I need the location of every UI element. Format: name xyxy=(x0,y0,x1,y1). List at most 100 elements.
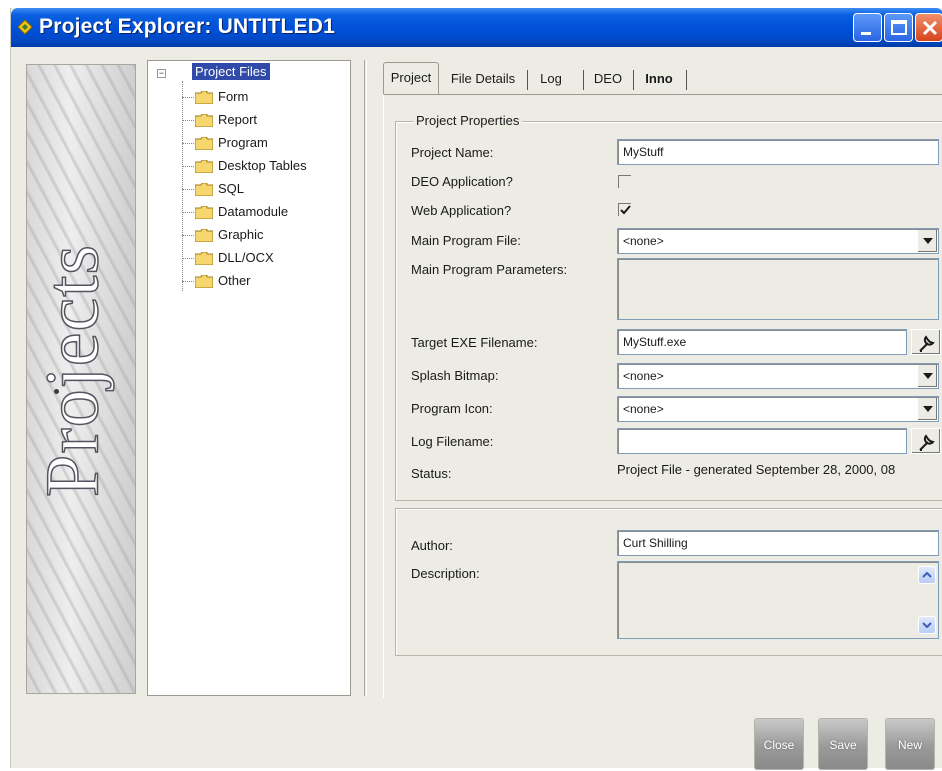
target-exe-filename-label: Target EXE Filename: xyxy=(411,335,538,350)
chevron-down-icon xyxy=(923,238,933,244)
log-filename-label: Log Filename: xyxy=(411,434,494,449)
banner-text: Projects xyxy=(30,243,116,497)
tree-item-form[interactable]: Form xyxy=(182,87,342,107)
tree-connector xyxy=(182,97,194,98)
tree-item-report[interactable]: Report xyxy=(182,110,342,130)
close-button[interactable]: Close xyxy=(754,718,804,770)
maximize-icon xyxy=(891,20,907,35)
folder-icon xyxy=(195,252,213,265)
main-program-file-label: Main Program File: xyxy=(411,233,521,248)
checkmark-icon xyxy=(620,205,631,215)
splash-bitmap-value: <none> xyxy=(623,369,664,383)
log-filename-input[interactable] xyxy=(617,428,907,454)
tab-separator xyxy=(527,70,528,90)
program-icon-value: <none> xyxy=(623,402,664,416)
tree-item-datamodule[interactable]: Datamodule xyxy=(182,202,342,222)
project-explorer-window: Project Explorer: UNTITLED1 Projects − P… xyxy=(10,8,942,770)
scroll-down-button[interactable] xyxy=(918,616,936,634)
tree-connector xyxy=(182,212,194,213)
tree-item-label: DLL/OCX xyxy=(218,250,274,265)
status-value: Project File - generated September 28, 2… xyxy=(617,462,896,477)
web-application-checkbox[interactable] xyxy=(618,203,631,216)
tree-collapse-toggle[interactable]: − xyxy=(157,69,166,78)
deo-application-checkbox[interactable] xyxy=(618,175,631,188)
tab-file-details[interactable]: File Details xyxy=(442,64,524,94)
folder-icon xyxy=(195,275,213,288)
tree-item-dll-ocx[interactable]: DLL/OCX xyxy=(182,248,342,268)
dropdown-button[interactable] xyxy=(917,365,937,387)
target-exe-browse-button[interactable] xyxy=(911,329,941,355)
log-filename-browse-button[interactable] xyxy=(911,428,941,454)
tree-item-desktop-tables[interactable]: Desktop Tables xyxy=(182,156,342,176)
tree-connector xyxy=(182,143,194,144)
dropdown-button[interactable] xyxy=(917,398,937,420)
wrench-icon xyxy=(919,335,935,352)
project-name-label: Project Name: xyxy=(411,145,494,160)
folder-icon xyxy=(195,206,213,219)
tree-connector xyxy=(182,189,194,190)
close-x-icon xyxy=(922,20,938,36)
chevron-down-icon xyxy=(922,622,932,628)
chevron-down-icon xyxy=(923,406,933,412)
folder-icon xyxy=(195,137,213,150)
tab-project[interactable]: Project xyxy=(383,62,439,94)
tab-deo[interactable]: DEO xyxy=(588,64,628,94)
tree-item-label: Program xyxy=(218,135,268,150)
tree-item-graphic[interactable]: Graphic xyxy=(182,225,342,245)
tree-item-label: Graphic xyxy=(218,227,264,242)
tab-log[interactable]: Log xyxy=(531,64,571,94)
new-button[interactable]: New xyxy=(885,718,935,770)
title-bar[interactable]: Project Explorer: UNTITLED1 xyxy=(11,8,942,47)
maximize-button[interactable] xyxy=(884,13,913,42)
tree-connector xyxy=(182,258,194,259)
program-icon-label: Program Icon: xyxy=(411,401,493,416)
description-textarea[interactable] xyxy=(617,561,939,639)
tree-item-program[interactable]: Program xyxy=(182,133,342,153)
web-application-label: Web Application? xyxy=(411,203,512,218)
tree-connector xyxy=(182,235,194,236)
splash-bitmap-select[interactable]: <none> xyxy=(617,363,939,389)
tree-item-sql[interactable]: SQL xyxy=(182,179,342,199)
tree-root-project-files[interactable]: Project Files xyxy=(192,63,270,80)
tree-item-label: Form xyxy=(218,89,249,104)
project-properties-legend: Project Properties xyxy=(413,113,523,128)
tab-separator xyxy=(633,70,634,90)
tree-item-label: Datamodule xyxy=(218,204,289,219)
tab-separator xyxy=(583,70,584,90)
folder-icon xyxy=(195,183,213,196)
panel-divider xyxy=(364,60,367,696)
minimize-icon xyxy=(861,32,871,35)
main-program-file-value: <none> xyxy=(623,234,664,248)
wrench-icon xyxy=(919,434,935,451)
folder-icon xyxy=(195,160,213,173)
minimize-button[interactable] xyxy=(853,13,882,42)
folder-icon xyxy=(195,91,213,104)
main-program-parameters-input[interactable] xyxy=(617,258,939,320)
tree-connector xyxy=(182,120,194,121)
author-input[interactable]: Curt Shilling xyxy=(617,530,939,556)
tree-connector xyxy=(182,281,194,282)
project-name-input[interactable]: MyStuff xyxy=(617,139,939,165)
author-label: Author: xyxy=(411,538,453,553)
description-label: Description: xyxy=(411,566,480,581)
target-exe-filename-input[interactable]: MyStuff.exe xyxy=(617,329,907,355)
chevron-up-icon xyxy=(922,572,932,578)
status-label: Status: xyxy=(411,466,452,481)
window-close-button[interactable] xyxy=(915,13,942,42)
splash-bitmap-label: Splash Bitmap: xyxy=(411,368,499,383)
save-button[interactable]: Save xyxy=(818,718,868,770)
program-icon-select[interactable]: <none> xyxy=(617,396,939,422)
project-tree[interactable]: − Project Files Form Report Program Desk… xyxy=(147,60,351,696)
main-program-file-select[interactable]: <none> xyxy=(617,228,939,254)
main-program-parameters-label: Main Program Parameters: xyxy=(411,262,568,277)
projects-banner: Projects xyxy=(26,64,136,694)
scroll-up-button[interactable] xyxy=(918,566,936,584)
folder-icon xyxy=(195,229,213,242)
dropdown-button[interactable] xyxy=(917,230,937,252)
app-diamond-icon xyxy=(17,19,33,35)
deo-application-label: DEO Application? xyxy=(411,174,513,189)
tree-connector xyxy=(182,166,194,167)
tree-item-other[interactable]: Other xyxy=(182,271,342,291)
window-title: Project Explorer: UNTITLED1 xyxy=(39,15,335,38)
tab-inno[interactable]: Inno xyxy=(637,64,681,94)
